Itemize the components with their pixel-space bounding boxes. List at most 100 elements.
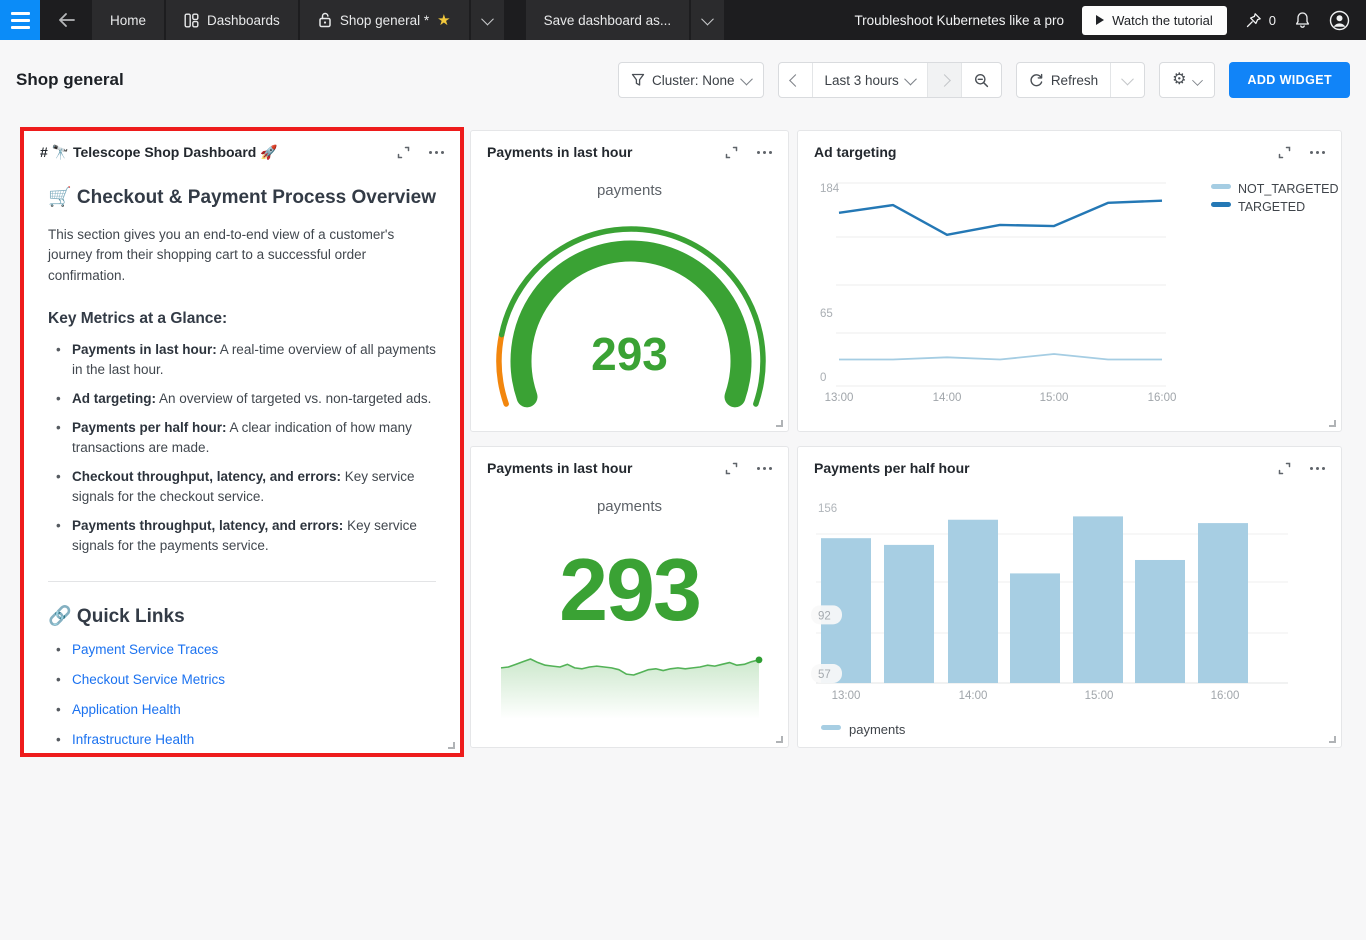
svg-text:0: 0 xyxy=(820,372,826,384)
page-toolbar: Shop general Cluster: None Last 3 hours xyxy=(0,40,1366,120)
svg-text:14:00: 14:00 xyxy=(933,392,962,404)
svg-text:14:00: 14:00 xyxy=(959,690,988,702)
zoom-out-button[interactable] xyxy=(961,63,1001,97)
add-widget-button[interactable]: ADD WIDGET xyxy=(1229,62,1350,98)
widget-title: # 🔭 Telescope Shop Dashboard 🚀 xyxy=(40,144,278,161)
metric-item: Payments in last hour: A real-time overv… xyxy=(54,340,436,380)
svg-text:16:00: 16:00 xyxy=(1148,392,1177,404)
tab-shop-general[interactable]: Shop general * ★ xyxy=(300,0,469,40)
promo-text: Troubleshoot Kubernetes like a pro xyxy=(854,13,1064,28)
expand-icon[interactable] xyxy=(396,145,411,160)
resize-handle[interactable] xyxy=(776,736,783,743)
filter-funnel-icon xyxy=(631,73,645,87)
resize-handle[interactable] xyxy=(448,742,455,749)
refresh-options-chevron[interactable] xyxy=(1110,63,1144,97)
gauge-chart xyxy=(471,131,790,433)
bar[interactable] xyxy=(948,520,998,683)
svg-text:92: 92 xyxy=(818,610,831,622)
settings-group: ⚙ xyxy=(1159,62,1215,98)
refresh-button[interactable]: Refresh xyxy=(1017,63,1110,97)
user-menu-button[interactable] xyxy=(1329,10,1350,31)
svg-text:13:00: 13:00 xyxy=(832,690,861,702)
gauge-value: 293 xyxy=(471,327,788,381)
widget-header: # 🔭 Telescope Shop Dashboard 🚀 xyxy=(24,131,460,169)
bar[interactable] xyxy=(1073,516,1123,683)
tab-home[interactable]: Home xyxy=(92,0,164,40)
quick-link[interactable]: Payment Service Traces xyxy=(72,642,218,657)
widget-menu-icon[interactable] xyxy=(429,147,444,158)
gear-icon: ⚙ xyxy=(1172,72,1186,88)
avatar-icon xyxy=(1329,10,1350,31)
time-forward-button[interactable] xyxy=(927,63,961,97)
nav-tabs: Home Dashboards Shop general * ★ xyxy=(92,0,724,40)
bell-icon xyxy=(1294,11,1311,29)
chevron-down-icon xyxy=(701,12,714,25)
cluster-filter-label: Cluster: None xyxy=(652,73,735,88)
time-range-button[interactable]: Last 3 hours xyxy=(812,63,927,97)
tab-shop-general-label: Shop general * xyxy=(340,13,429,28)
back-button[interactable] xyxy=(40,0,92,40)
save-dashboard-as-button[interactable]: Save dashboard as... xyxy=(526,0,690,40)
quick-link-item: Infrastructure Health xyxy=(54,730,436,750)
page-title: Shop general xyxy=(16,70,124,90)
back-arrow-icon xyxy=(58,13,75,27)
time-range-group: Last 3 hours xyxy=(778,62,1002,98)
svg-text:16:00: 16:00 xyxy=(1211,690,1240,702)
markdown-widget: # 🔭 Telescope Shop Dashboard 🚀 🛒 Checkou… xyxy=(24,131,460,753)
legend-item[interactable]: NOT_TARGETED xyxy=(1211,182,1338,196)
quick-link[interactable]: Infrastructure Health xyxy=(72,732,194,747)
pinned-items-button[interactable]: 0 xyxy=(1245,12,1276,29)
zoom-out-icon xyxy=(974,73,989,88)
metric-item: Ad targeting: An overview of targeted vs… xyxy=(54,389,436,409)
hamburger-menu-icon[interactable] xyxy=(0,0,40,40)
svg-text:13:00: 13:00 xyxy=(825,392,854,404)
bar[interactable] xyxy=(884,545,934,683)
chevron-right-icon xyxy=(938,74,951,87)
quick-link[interactable]: Checkout Service Metrics xyxy=(72,672,225,687)
chevron-down-icon xyxy=(1193,75,1204,86)
metric-item: Payments throughput, latency, and errors… xyxy=(54,516,436,556)
quick-link-item: Checkout Service Metrics xyxy=(54,670,436,690)
chevron-left-icon xyxy=(789,74,802,87)
chevron-down-icon xyxy=(740,72,753,85)
nav-spacer xyxy=(506,0,524,40)
metrics-list: Payments in last hour: A real-time overv… xyxy=(54,340,436,556)
line-chart: 18465013:0014:0015:0016:00NOT_TARGETEDTA… xyxy=(798,131,1343,433)
watch-tutorial-label: Watch the tutorial xyxy=(1112,13,1213,28)
quick-link-item: Payment Service Traces xyxy=(54,640,436,660)
bar-chart: 156925713:0014:0015:0016:00payments xyxy=(798,447,1343,749)
svg-text:payments: payments xyxy=(849,722,906,737)
bar[interactable] xyxy=(1198,523,1248,683)
selected-widget-highlight: # 🔭 Telescope Shop Dashboard 🚀 🛒 Checkou… xyxy=(20,127,464,757)
svg-text:57: 57 xyxy=(818,669,831,681)
bar[interactable] xyxy=(1010,573,1060,683)
tab-dashboards[interactable]: Dashboards xyxy=(166,0,298,40)
quick-link[interactable]: Application Health xyxy=(72,702,181,717)
time-back-button[interactable] xyxy=(779,63,812,97)
favorite-star-icon[interactable]: ★ xyxy=(437,11,450,29)
legend-item[interactable]: TARGETED xyxy=(1211,200,1305,214)
resize-handle[interactable] xyxy=(1329,736,1336,743)
tab-options-chevron[interactable] xyxy=(471,0,504,40)
pin-icon xyxy=(1245,12,1262,29)
resize-handle[interactable] xyxy=(776,420,783,427)
notifications-button[interactable] xyxy=(1294,11,1311,29)
quick-links-list: Payment Service Traces Checkout Service M… xyxy=(54,640,436,753)
tab-home-label: Home xyxy=(110,13,146,28)
markdown-body: 🛒 Checkout & Payment Process Overview Th… xyxy=(24,169,460,753)
bar[interactable] xyxy=(1135,560,1185,683)
dashboard-settings-button[interactable]: ⚙ xyxy=(1160,63,1214,97)
lock-open-icon xyxy=(318,12,332,28)
legend-item[interactable]: payments xyxy=(821,722,906,737)
quick-link-item: Application Health xyxy=(54,700,436,720)
watch-tutorial-button[interactable]: Watch the tutorial xyxy=(1082,6,1227,35)
save-options-chevron[interactable] xyxy=(691,0,724,40)
tab-dashboards-label: Dashboards xyxy=(207,13,280,28)
refresh-group: Refresh xyxy=(1016,62,1145,98)
bar-chart-widget: Payments per half hour 156925713:0014:00… xyxy=(797,446,1342,748)
widget-actions xyxy=(396,145,444,160)
md-quick-links-heading: 🔗 Quick Links xyxy=(48,604,436,628)
cluster-filter-button[interactable]: Cluster: None xyxy=(619,63,763,97)
resize-handle[interactable] xyxy=(1329,420,1336,427)
save-dashboard-as-label: Save dashboard as... xyxy=(544,13,672,28)
